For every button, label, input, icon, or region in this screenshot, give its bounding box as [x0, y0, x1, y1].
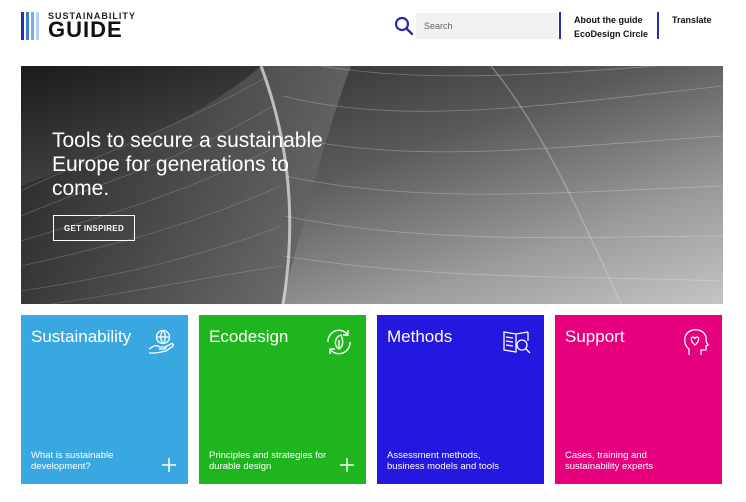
nav-divider — [657, 12, 659, 39]
leaf-cycle-icon — [327, 329, 351, 355]
search-input[interactable] — [416, 13, 558, 39]
card-support[interactable]: Support Cases, training and sustainabili… — [555, 315, 722, 484]
get-inspired-button[interactable]: GET INSPIRED — [53, 215, 135, 241]
head-heart-icon — [683, 329, 709, 355]
card-description: Assessment methods, business models and … — [387, 450, 499, 472]
search-icon[interactable] — [394, 16, 414, 36]
hand-globe-icon — [148, 329, 175, 354]
plus-icon[interactable] — [162, 458, 176, 472]
nav-link-translate[interactable]: Translate — [672, 15, 712, 25]
card-title: Ecodesign — [209, 327, 289, 346]
card-title: Sustainability — [31, 327, 132, 346]
logo-bars-icon — [21, 12, 43, 40]
card-ecodesign[interactable]: Ecodesign Principles and strategies for … — [199, 315, 366, 484]
nav-link-ecodesign-circle[interactable]: EcoDesign Circle — [574, 29, 648, 39]
card-description: Cases, training and sustainability exper… — [565, 450, 654, 472]
card-description: What is sustainable development? — [31, 450, 114, 472]
card-title: Support — [565, 327, 625, 346]
card-methods[interactable]: Methods Assessment methods, business mod… — [377, 315, 544, 484]
card-title: Methods — [387, 327, 453, 346]
site-logo[interactable]: SUSTAINABILITY GUIDE — [21, 10, 135, 42]
logo-main-text: GUIDE — [48, 17, 123, 42]
nav-divider — [559, 12, 561, 39]
nav-link-about[interactable]: About the guide — [574, 15, 643, 25]
book-magnifier-icon — [503, 331, 531, 354]
card-sustainability[interactable]: Sustainability What is sustainable devel… — [21, 315, 188, 484]
hero-banner: Tools to secure a sustainable Europe for… — [21, 66, 723, 304]
card-description: Principles and strategies for durable de… — [209, 450, 327, 472]
hero-title: Tools to secure a sustainable Europe for… — [52, 129, 323, 200]
plus-icon[interactable] — [340, 458, 354, 472]
